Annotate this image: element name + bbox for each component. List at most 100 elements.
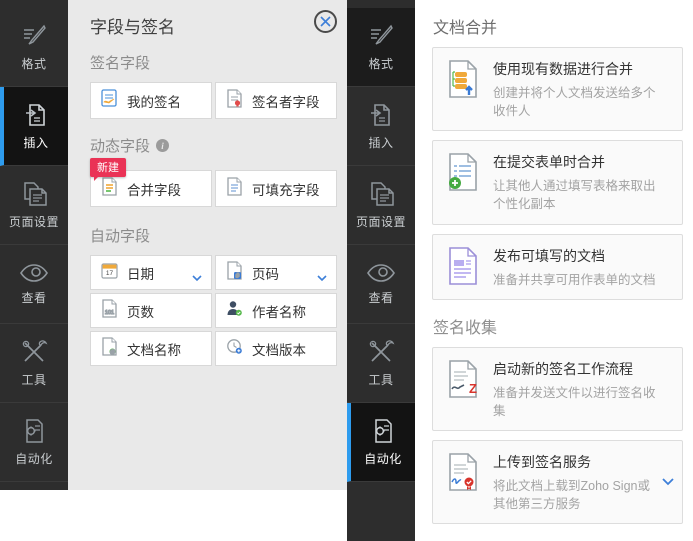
card-title: 发布可填写的文档 — [493, 247, 605, 264]
new-badge: 新建 — [90, 158, 126, 181]
page-setup-icon — [366, 180, 396, 208]
close-icon[interactable] — [314, 10, 337, 33]
fillable-doc-icon — [445, 245, 479, 286]
button-label: 可填充字段 — [252, 182, 320, 198]
button-label: 页数 — [127, 304, 154, 320]
sidebar-item-label: 格式 — [368, 57, 394, 71]
page-count-icon: 101 — [101, 298, 118, 323]
middle-sidebar: 格式 插入 页面设置 查看 工具 自动化 — [347, 0, 415, 541]
page-setup-icon — [19, 180, 49, 208]
svg-text:101: 101 — [105, 310, 114, 316]
author-icon — [226, 300, 243, 322]
sidebar-item-label: 查看 — [368, 291, 394, 305]
svg-text:@: @ — [110, 349, 115, 355]
insert-icon — [367, 101, 395, 129]
page-count-field-button[interactable]: 101 页数 — [90, 293, 212, 328]
svg-text:Z: Z — [469, 381, 477, 396]
sidebar-item-label: 自动化 — [364, 452, 402, 466]
fillable-field-icon — [226, 176, 243, 201]
sidebar-item-label: 插入 — [23, 136, 49, 150]
sidebar-item-tools[interactable]: 工具 — [347, 324, 415, 403]
card-subtitle: 准备并共享可用作表单的文档 — [493, 272, 656, 287]
sidebar-item-tools[interactable]: 工具 — [0, 324, 68, 403]
sidebar-item-format[interactable]: 格式 — [0, 8, 68, 87]
sidebar-item-label: 自动化 — [15, 452, 53, 466]
merge-field-icon — [101, 176, 118, 201]
card-publish-fillable-document[interactable]: 发布可填写的文档 准备并共享可用作表单的文档 — [432, 233, 683, 300]
document-merge-heading: 文档合并 — [433, 20, 498, 37]
signer-field-button[interactable]: 签名者字段 — [215, 82, 337, 119]
doc-version-icon — [226, 338, 243, 360]
card-title: 使用现有数据进行合并 — [493, 61, 633, 77]
button-label: 作者名称 — [252, 304, 306, 320]
button-label: 文档名称 — [127, 342, 181, 358]
sidebar-item-insert[interactable]: 插入 — [0, 87, 68, 166]
card-upload-sign-service[interactable]: 上传到签名服务 将此文档上载到Zoho Sign或其他第三方服务 — [432, 439, 683, 525]
sidebar-item-page-setup[interactable]: 页面设置 — [347, 166, 415, 245]
sidebar-item-automation[interactable]: 自动化 — [347, 403, 415, 482]
left-sidebar: 格式 插入 页面设置 查看 工具 自动化 — [0, 0, 68, 490]
doc-name-icon: @ — [101, 336, 118, 361]
my-signature-button[interactable]: 我的签名 — [90, 82, 212, 119]
sidebar-item-label: 页面设置 — [355, 215, 406, 229]
chevron-down-icon[interactable] — [662, 473, 674, 491]
insert-icon — [22, 101, 50, 129]
info-icon[interactable]: i — [156, 139, 170, 152]
section-label: 签名字段 — [90, 55, 151, 72]
signature-fields-heading: 签名字段 — [90, 52, 337, 73]
section-label: 动态字段 — [90, 138, 151, 155]
tools-icon — [367, 338, 395, 366]
view-icon — [18, 262, 50, 284]
button-label: 页码 — [252, 266, 279, 282]
sidebar-item-page-setup[interactable]: 页面设置 — [0, 166, 68, 245]
upload-sign-icon — [445, 451, 479, 492]
auto-fields-heading: 自动字段 — [90, 225, 337, 246]
doc-name-field-button[interactable]: @ 文档名称 — [90, 331, 212, 366]
format-icon — [20, 22, 48, 50]
sidebar-item-format[interactable]: 格式 — [347, 8, 415, 87]
button-label: 文档版本 — [252, 342, 306, 358]
card-merge-existing-data[interactable]: 使用现有数据进行合并 创建并将个人文档发送给多个收件人 — [432, 47, 683, 132]
my-signature-icon — [101, 88, 118, 113]
sign-workflow-icon: Z — [445, 358, 479, 399]
sidebar-item-label: 插入 — [368, 136, 394, 150]
sidebar-item-label: 页面设置 — [8, 215, 59, 229]
button-label: 签名者字段 — [252, 94, 320, 110]
dynamic-fields-heading: 动态字段 i — [90, 135, 337, 156]
format-icon — [367, 22, 395, 50]
sidebar-item-automation[interactable]: 自动化 — [0, 403, 68, 482]
date-icon: 17 — [101, 262, 118, 284]
card-subtitle: 将此文档上载到Zoho Sign或其他第三方服务 — [493, 478, 650, 511]
sidebar-item-view[interactable]: 查看 — [347, 245, 415, 324]
signer-field-icon — [226, 88, 243, 113]
svg-text:17: 17 — [106, 270, 114, 277]
date-field-button[interactable]: 17 日期 — [90, 255, 212, 290]
card-title: 上传到签名服务 — [493, 453, 591, 470]
sidebar-item-label: 查看 — [21, 291, 47, 305]
card-merge-on-form-submit[interactable]: 在提交表单时合并 让其他人通过填写表格来取出个性化副本 — [432, 140, 683, 225]
sidebar-item-label: 格式 — [21, 57, 47, 71]
signature-collection-heading: 签名收集 — [433, 319, 498, 337]
fillable-field-button[interactable]: 可填充字段 — [215, 170, 337, 207]
merge-data-icon — [445, 58, 479, 99]
page-number-field-button[interactable]: # 页码 — [215, 255, 337, 290]
panel-title: 字段与签名 — [90, 18, 175, 37]
doc-version-field-button[interactable]: 文档版本 — [215, 331, 337, 366]
button-label: 我的签名 — [127, 94, 181, 110]
chevron-down-icon[interactable] — [192, 269, 202, 287]
sidebar-item-label: 工具 — [21, 373, 47, 387]
form-merge-icon — [445, 151, 479, 192]
sidebar-item-label: 工具 — [368, 373, 394, 387]
button-label: 合并字段 — [127, 182, 181, 198]
page-number-icon: # — [226, 260, 243, 285]
view-icon — [365, 262, 397, 284]
sidebar-item-insert[interactable]: 插入 — [347, 87, 415, 166]
author-name-field-button[interactable]: 作者名称 — [215, 293, 337, 328]
card-title: 启动新的签名工作流程 — [493, 360, 633, 377]
chevron-down-icon[interactable] — [317, 269, 327, 287]
sidebar-item-view[interactable]: 查看 — [0, 245, 68, 324]
card-start-sign-workflow[interactable]: Z 启动新的签名工作流程 准备并发送文件以进行签名收集 — [432, 346, 683, 431]
card-subtitle: 让其他人通过填写表格来取出个性化副本 — [493, 179, 656, 212]
automation-icon — [369, 417, 397, 445]
